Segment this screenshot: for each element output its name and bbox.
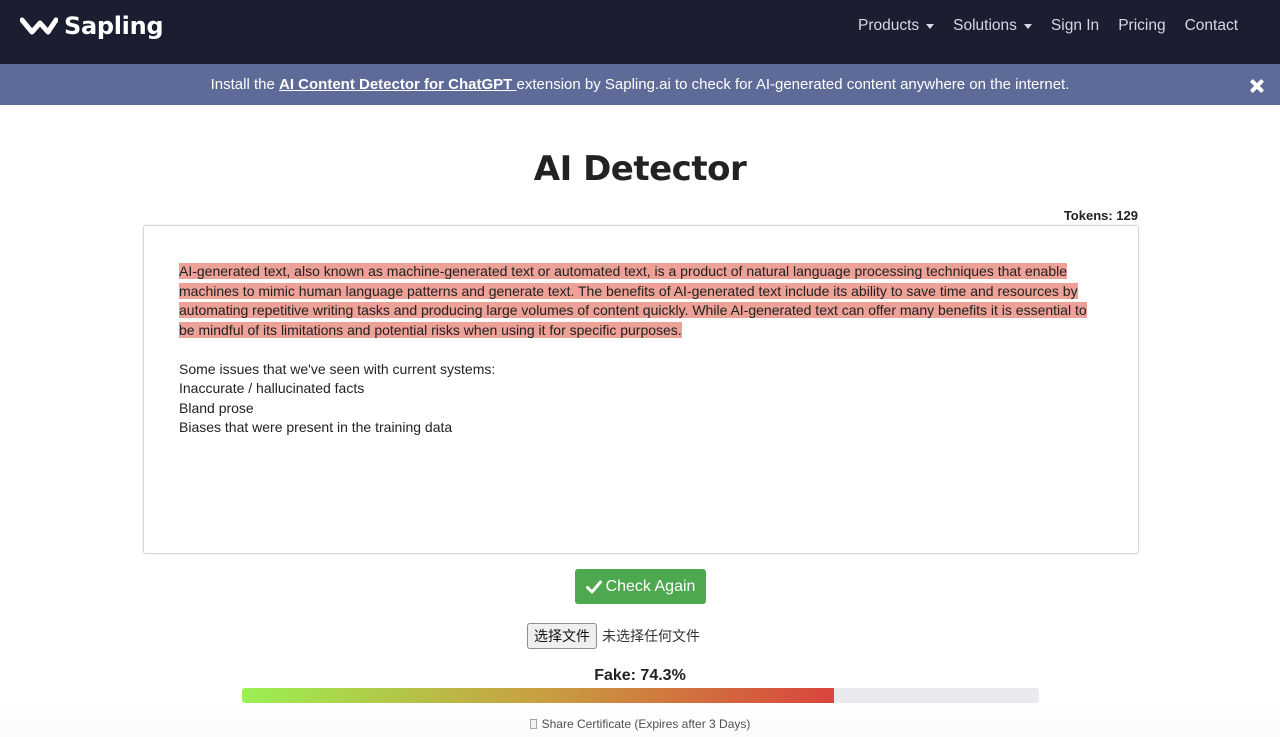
token-count: Tokens: 129 — [1063, 208, 1138, 223]
nav-pricing[interactable]: Pricing — [1118, 17, 1165, 35]
plain-line: Some issues that we've seen with current… — [179, 360, 496, 377]
nav-links: Products Solutions Sign In Pricing Conta… — [839, 17, 1238, 35]
fake-score: Fake: 74.3% — [594, 667, 686, 684]
plain-line: Biases that were present in the training… — [179, 419, 453, 435]
plain-line: Inaccurate / hallucinated facts — [179, 380, 365, 396]
nav-contact[interactable]: Contact — [1185, 17, 1238, 35]
checkmark-icon — [585, 580, 602, 593]
banner-suffix: extension by Sapling.ai to check for AI-… — [516, 76, 1070, 93]
brand-name: Sapling — [64, 12, 164, 40]
nav-products-label: Products — [857, 17, 920, 34]
brand-logo[interactable]: Sapling — [20, 9, 164, 43]
banner-extension-link[interactable]: AI Content Detector for ChatGPT — [279, 76, 517, 93]
fake-score-bar-fill — [242, 688, 835, 703]
banner-text: Install the AI Content Detector for Chat… — [0, 76, 1280, 93]
check-again-label: Check Again — [605, 577, 696, 595]
file-status: 未选择任何文件 — [602, 628, 700, 644]
text-editor[interactable]: AI-generated text, also known as machine… — [143, 225, 1139, 554]
file-input: 选择文件 未选择任何文件 — [527, 623, 700, 649]
page-title: AI Detector — [533, 149, 747, 189]
nav-sign-in[interactable]: Sign In — [1051, 17, 1099, 35]
highlighted-line: automating repetitive writing tasks and … — [179, 302, 1087, 318]
highlighted-paragraph: AI-generated text, also known as machine… — [179, 262, 1091, 340]
top-navbar: Sapling Products Solutions Sign In Prici… — [0, 0, 1280, 64]
highlighted-line: be mindful of its limitations and potent… — [179, 321, 682, 338]
check-again-button[interactable]: Check Again — [575, 569, 706, 604]
highlighted-line: AI-generated text, also known as machine… — [179, 263, 1068, 279]
highlighted-line: machines to mimic human language pattern… — [179, 282, 1078, 299]
close-icon[interactable] — [1250, 79, 1264, 93]
share-certificate-link[interactable]: Share Certificate (Expires after 3 Days) — [0, 717, 1280, 731]
banner-prefix: Install the — [210, 76, 279, 93]
nav-solutions-label: Solutions — [953, 17, 1017, 34]
choose-file-button[interactable]: 选择文件 — [527, 623, 597, 649]
editor-content: AI-generated text, also known as machine… — [179, 262, 1091, 438]
document-icon — [529, 719, 537, 729]
extension-banner: Install the AI Content Detector for Chat… — [0, 64, 1280, 105]
nav-solutions[interactable]: Solutions — [953, 17, 1032, 35]
plain-line: Bland prose — [179, 399, 254, 416]
fake-score-bar — [242, 688, 1039, 703]
sapling-logo-icon — [20, 17, 58, 35]
share-certificate-label: Share Certificate (Expires after 3 Days) — [541, 717, 751, 731]
caret-down-icon — [1023, 23, 1032, 29]
caret-down-icon — [926, 23, 935, 29]
nav-products[interactable]: Products — [857, 17, 935, 35]
